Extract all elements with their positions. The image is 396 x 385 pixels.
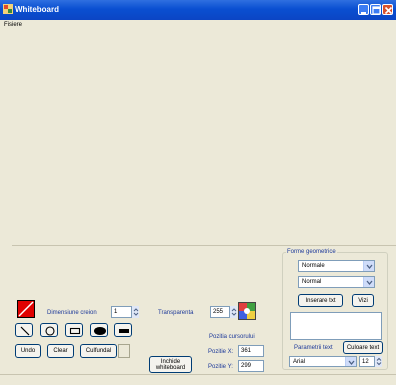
undo-button[interactable]: Undo: [15, 344, 41, 358]
circle-icon: [45, 326, 55, 336]
line-icon: [20, 326, 30, 336]
drawing-canvas[interactable]: [12, 32, 396, 246]
window-title: Whiteboard: [15, 5, 59, 14]
pen-size-input[interactable]: 1: [111, 306, 132, 318]
title-bar: Whiteboard: [0, 0, 396, 20]
text-params-label: Parametrii text: [294, 345, 333, 351]
font-select[interactable]: Arial: [289, 356, 357, 367]
line-tool-button[interactable]: [15, 323, 33, 337]
filled-ellipse-tool-button[interactable]: [90, 323, 108, 337]
filled-rectangle-icon: [119, 329, 129, 333]
circle-tool-button[interactable]: [40, 323, 58, 337]
pen-size-label: Dimensiune creion: [47, 310, 97, 316]
app-icon: [3, 4, 13, 14]
chevron-down-icon: [363, 261, 374, 271]
rectangle-icon: [69, 327, 81, 335]
pen-color-swatch[interactable]: [17, 300, 35, 318]
rectangle-tool-button[interactable]: [65, 323, 83, 337]
close-button[interactable]: [382, 4, 393, 15]
font-value: Arial: [293, 358, 306, 365]
transparency-spinner[interactable]: [229, 306, 237, 318]
diagonal-line-icon: [18, 301, 34, 317]
font-size-value: 12: [362, 358, 369, 365]
fill-color-button[interactable]: Culfundal: [80, 344, 117, 358]
font-size-spinner[interactable]: [374, 356, 382, 367]
close-icon: [384, 6, 393, 15]
filled-rectangle-tool-button[interactable]: [114, 323, 132, 337]
cursor-y-field: 299: [238, 360, 264, 372]
transparency-value: 255: [213, 309, 224, 315]
line-style-value: Normal: [302, 279, 322, 285]
palette-icon: [239, 303, 255, 319]
bottom-divider: [0, 374, 396, 375]
filled-ellipse-icon: [94, 327, 106, 335]
cursor-position-heading: Pozitia cursorului: [209, 334, 255, 340]
minimize-button[interactable]: [358, 4, 369, 15]
fill-color-preview: [118, 344, 130, 358]
cursor-x-field: 361: [238, 345, 264, 357]
chevron-down-icon: [363, 277, 374, 287]
line-style-select[interactable]: Normal: [298, 276, 375, 288]
menu-item-fisiere[interactable]: Fisiere: [4, 22, 22, 28]
text-input-area[interactable]: [290, 312, 382, 340]
close-whiteboard-button[interactable]: Inchide whiteboard: [149, 356, 192, 373]
pen-size-value: 1: [114, 309, 118, 315]
transparency-label: Transparenta: [158, 310, 194, 316]
color-picker-button[interactable]: [238, 302, 256, 320]
text-color-button[interactable]: Culoare text: [343, 341, 383, 354]
maximize-button[interactable]: [370, 4, 381, 15]
menu-bar: Fisiere: [0, 20, 396, 32]
transparency-input[interactable]: 255: [210, 306, 230, 318]
minimize-icon: [361, 12, 366, 14]
clear-button[interactable]: Clear: [47, 344, 74, 358]
cursor-y-value: 299: [241, 363, 252, 369]
cursor-x-value: 361: [241, 348, 252, 354]
vizi-button[interactable]: Vizi: [352, 294, 374, 307]
cursor-x-label: Pozitie X:: [208, 349, 234, 355]
maximize-icon: [372, 6, 381, 15]
shape-style-value: Normale: [302, 263, 325, 269]
insert-text-button[interactable]: Inserare txt: [298, 294, 343, 307]
shape-style-select[interactable]: Normale: [298, 260, 375, 272]
chevron-down-icon: [345, 357, 356, 366]
geometric-shapes-title: Forme geometrice: [286, 249, 337, 255]
cursor-y-label: Pozitie Y:: [208, 364, 233, 370]
pen-size-spinner[interactable]: [131, 306, 139, 318]
font-size-input[interactable]: 12: [359, 356, 375, 367]
